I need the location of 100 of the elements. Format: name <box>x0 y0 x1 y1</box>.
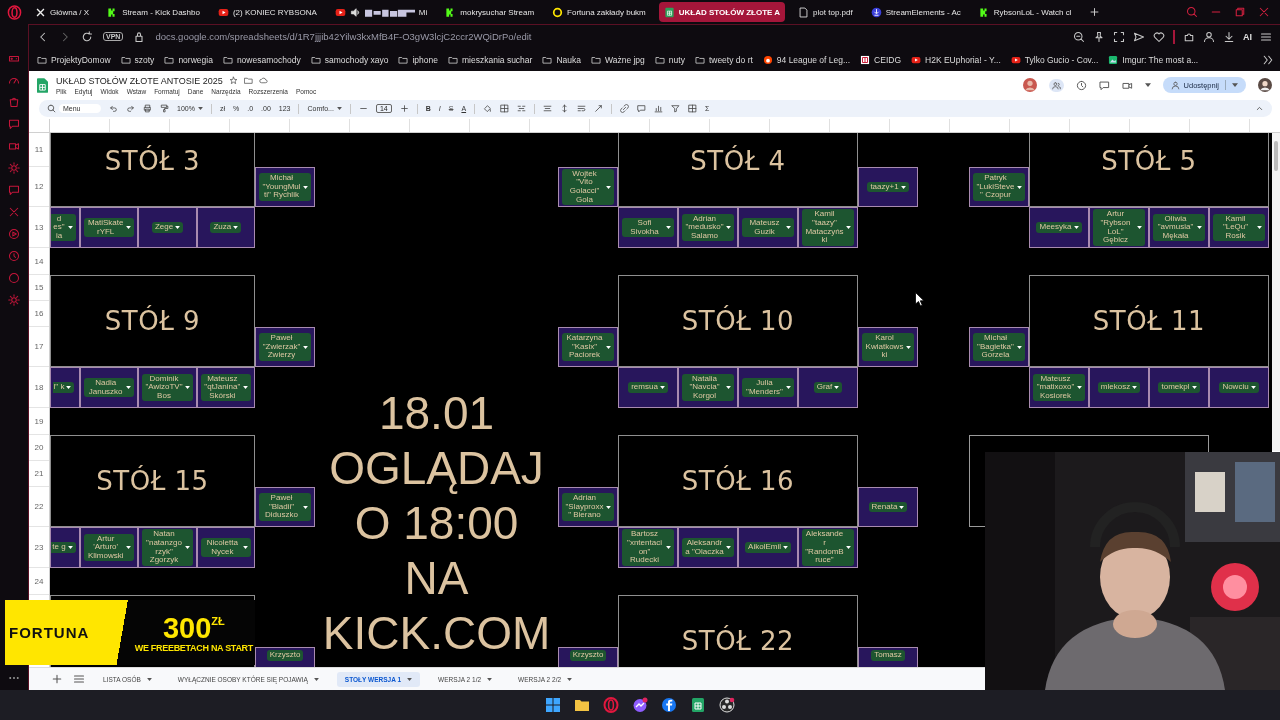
heart-icon[interactable] <box>1153 30 1165 43</box>
dropdown-chip[interactable]: Renata <box>868 501 908 513</box>
close-icon[interactable] <box>1258 6 1270 18</box>
table-icon[interactable] <box>688 104 698 113</box>
star-icon[interactable] <box>228 76 238 85</box>
more-bookmarks-icon[interactable] <box>1262 53 1274 66</box>
cloud-icon[interactable] <box>258 76 268 85</box>
row-number[interactable]: 13 <box>29 207 49 248</box>
dropdown-chip[interactable]: Nowciu <box>1219 382 1259 393</box>
dropdown-chip[interactable]: Natalia "Navcia" Korgol <box>682 373 734 402</box>
start-icon[interactable] <box>545 697 561 713</box>
dropdown-chip[interactable]: l" k <box>52 382 75 393</box>
bookmark[interactable]: Imgur: The most a... <box>1108 54 1199 65</box>
new-tab-icon[interactable] <box>1088 6 1100 18</box>
dropdown-chip[interactable]: Nadia Januszko <box>84 377 135 398</box>
ai-button[interactable]: AI <box>1243 31 1252 42</box>
dropdown-chip[interactable]: Sofi Sivokha <box>622 217 674 238</box>
bookmark[interactable]: mieszkania suchar <box>448 54 533 65</box>
snapshot-icon[interactable] <box>1113 30 1125 43</box>
dropdown-chip[interactable]: Mateusz "qtJanina" Skórski <box>200 373 251 402</box>
borders-icon[interactable] <box>500 104 510 113</box>
bookmark[interactable]: samochody xayo <box>310 54 389 65</box>
dropdown-chip[interactable]: Mateusz Guzik <box>742 217 794 238</box>
reload-icon[interactable] <box>81 30 93 43</box>
dropdown-chip[interactable]: Krzyszto <box>569 650 607 661</box>
dropdown-chip[interactable]: Karol Kwiatkowski <box>862 333 914 361</box>
bookmark[interactable]: tweety do rt <box>694 54 753 65</box>
dropdown-chip[interactable]: AikolEmil <box>745 542 791 553</box>
row-number[interactable]: 20 <box>29 435 49 461</box>
record-icon[interactable] <box>719 697 735 713</box>
rotate-icon[interactable] <box>594 104 604 113</box>
dropdown-chip[interactable]: Aleksandra "Olaczka <box>682 537 734 558</box>
row-number[interactable]: 15 <box>29 275 49 301</box>
bookmark[interactable]: iphone <box>398 54 438 65</box>
bookmark[interactable]: H2K EUphoria! - Y... <box>911 54 1001 65</box>
dropdown-chip[interactable]: MatiSkaterYFL <box>84 217 135 238</box>
bookmark[interactable]: Tylko Gucio - Cov... <box>1010 54 1099 65</box>
dropdown-chip[interactable]: Paweł "Zwierzak" Zwierzy <box>259 333 311 361</box>
social-icon[interactable] <box>661 697 677 713</box>
dropdown-chip[interactable]: Julia "Menders" <box>742 377 794 398</box>
dropdown-chip[interactable]: Natan "natanzgorzyk" Zgorzyk <box>142 529 193 566</box>
gear-icon[interactable] <box>8 162 20 174</box>
dropdown-chip[interactable]: Michał "YoungMulti" Rychlik <box>259 173 311 201</box>
dropdown-chip[interactable]: Zege <box>151 222 184 233</box>
dropdown-chip[interactable]: Aleksander "RandomBruce" <box>802 529 854 566</box>
dropdown-chip[interactable]: Nicoletta Nycek <box>200 537 251 558</box>
dropdown-chip[interactable]: Artur 'Arturo' Klimowski <box>84 533 135 562</box>
folder-icon[interactable] <box>574 697 590 713</box>
bookmark[interactable]: 94 League of Leg... <box>762 54 851 65</box>
row-number[interactable]: 21 <box>29 461 49 487</box>
browser-tab[interactable]: mokrysuchar Stream <box>440 2 540 22</box>
dropdown-chip[interactable]: Adrian "Slayproxx" Bierano <box>562 493 614 521</box>
print-icon[interactable] <box>143 104 152 113</box>
zoom-out-icon[interactable] <box>1073 30 1085 43</box>
profile-icon[interactable] <box>1203 30 1215 43</box>
merge-icon[interactable] <box>517 104 527 113</box>
comment-icon[interactable] <box>637 104 647 113</box>
dropdown-chip[interactable]: Patryk "LukiSteve" Czopur <box>973 173 1025 201</box>
undo-icon[interactable] <box>109 104 118 113</box>
row-number[interactable]: 11 <box>29 133 49 167</box>
person-icon[interactable] <box>1170 80 1180 90</box>
bag-icon[interactable] <box>8 96 20 108</box>
bookmark[interactable]: ProjektyDomow <box>37 54 111 65</box>
url-text[interactable]: docs.google.com/spreadsheets/d/1R7jjjib42Yilw3kxMfB4F-O3gW3lcjC2ccr2WQiDrPo/edit <box>155 31 532 42</box>
avatar[interactable] <box>1022 78 1037 92</box>
row-number[interactable]: 19 <box>29 408 49 435</box>
browser-tab[interactable]: Stream - Kick Dashbo <box>102 2 205 22</box>
row-number[interactable]: 18 <box>29 367 49 408</box>
dropdown-chip[interactable]: Graf <box>813 382 843 393</box>
avatar[interactable] <box>1258 78 1272 92</box>
lock-icon[interactable] <box>133 30 146 43</box>
play-icon[interactable] <box>8 228 20 240</box>
chart-icon[interactable] <box>654 104 664 113</box>
clock-icon[interactable] <box>8 250 20 262</box>
browser-tab[interactable]: RybsonLoL - Watch cl <box>973 2 1077 22</box>
dropdown-chip[interactable]: Wojtek "Vito Golacci" Gola <box>562 168 614 206</box>
vertical-align-icon[interactable] <box>560 104 570 113</box>
comment-icon[interactable] <box>1098 79 1110 91</box>
row-number[interactable]: 14 <box>29 248 49 275</box>
row-number[interactable]: 16 <box>29 301 49 327</box>
row-number[interactable]: 12 <box>29 167 49 207</box>
wrap-icon[interactable] <box>577 104 587 113</box>
dropdown-chip[interactable]: remsua <box>628 382 668 393</box>
bookmark[interactable]: szoty <box>120 54 155 65</box>
dropdown-chip[interactable]: d es" ia <box>51 213 76 242</box>
row-number[interactable]: 22 <box>29 487 49 527</box>
browser-tab[interactable]: plot top.pdf <box>793 2 858 22</box>
fill-color-icon[interactable] <box>483 104 493 113</box>
filter-icon[interactable] <box>671 104 681 113</box>
search-icon[interactable] <box>1186 6 1198 18</box>
row-number[interactable]: 23 <box>29 527 49 568</box>
dropdown-chip[interactable]: Kamil "LeQu" Rosik <box>1213 213 1265 242</box>
collapse-icon[interactable] <box>1255 104 1264 113</box>
browser-icon[interactable] <box>603 697 619 713</box>
dropdown-chip[interactable]: Katarzyna "Kasix" Paciorek <box>562 333 614 361</box>
scrollbar[interactable] <box>1272 133 1280 451</box>
search-icon[interactable] <box>47 104 56 113</box>
browser-tab[interactable]: StreamElements - Ac <box>865 2 966 22</box>
plus-icon[interactable] <box>399 104 409 113</box>
row-number[interactable]: 17 <box>29 327 49 367</box>
